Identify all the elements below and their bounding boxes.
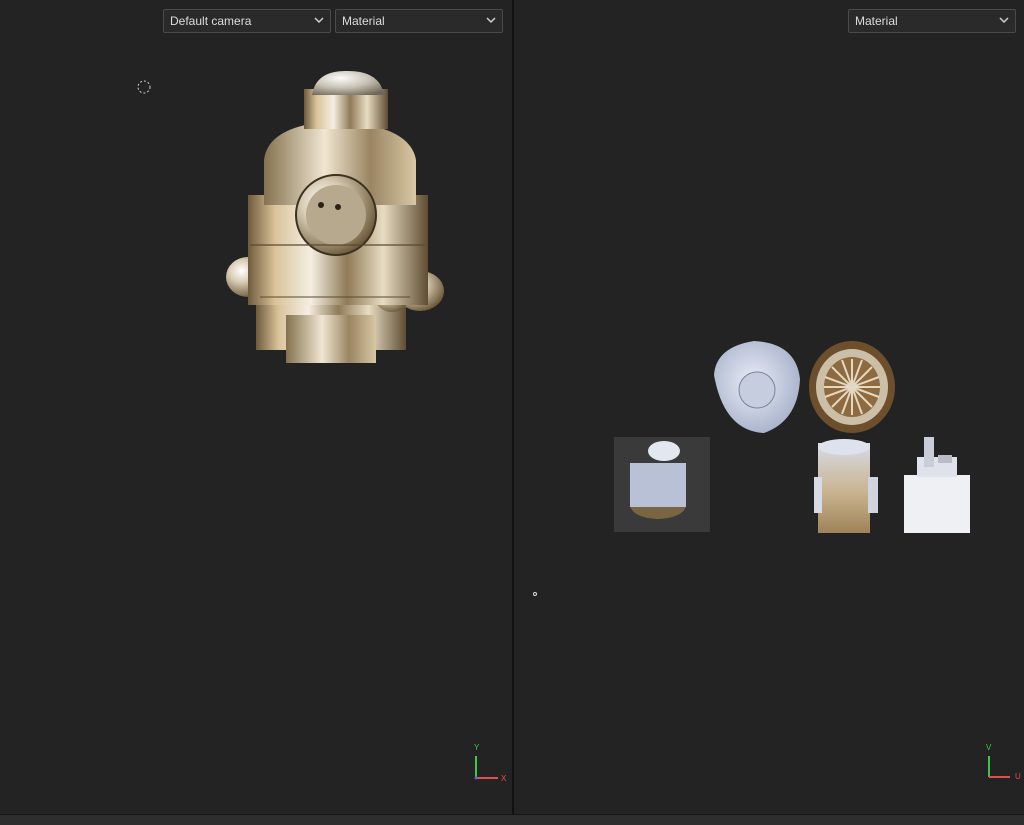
viewport-3d[interactable]: Default camera Material Y X — [0, 0, 512, 814]
camera-select-label: Default camera — [170, 14, 252, 28]
viewport-uv[interactable]: Material V U — [514, 0, 1024, 814]
material-select-3d[interactable]: Material — [335, 9, 503, 33]
orbit-pivot-icon — [137, 80, 151, 94]
axis-gizmo-3d: Y X — [468, 742, 508, 783]
material-select-uv[interactable]: Material — [848, 9, 1016, 33]
model-3d-render — [226, 70, 444, 363]
bottom-status-bar — [0, 814, 1024, 825]
axis-lines-icon — [474, 756, 498, 780]
chevron-down-icon — [999, 17, 1009, 24]
material-select-3d-label: Material — [342, 14, 385, 28]
chevron-down-icon — [314, 17, 324, 24]
material-select-uv-label: Material — [855, 14, 898, 28]
cursor-marker-icon — [533, 592, 537, 596]
uv-axis-lines-icon — [988, 756, 1010, 778]
camera-select[interactable]: Default camera — [163, 9, 331, 33]
axis-gizmo-uv: V U — [980, 742, 1021, 782]
uv-layout-render — [614, 341, 970, 533]
chevron-down-icon — [486, 17, 496, 24]
